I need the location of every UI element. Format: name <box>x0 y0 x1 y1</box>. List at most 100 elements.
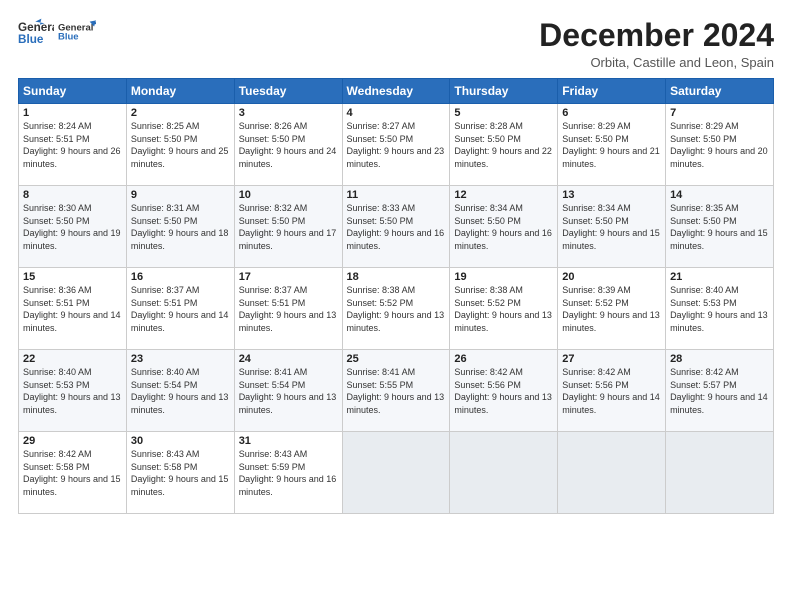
day-info: Sunrise: 8:40 AM Sunset: 5:53 PM Dayligh… <box>23 366 122 416</box>
calendar: SundayMondayTuesdayWednesdayThursdayFrid… <box>18 78 774 514</box>
calendar-week-row: 29 Sunrise: 8:42 AM Sunset: 5:58 PM Dayl… <box>19 432 774 514</box>
day-info: Sunrise: 8:40 AM Sunset: 5:53 PM Dayligh… <box>670 284 769 334</box>
day-info: Sunrise: 8:31 AM Sunset: 5:50 PM Dayligh… <box>131 202 230 252</box>
calendar-day-cell: 12 Sunrise: 8:34 AM Sunset: 5:50 PM Dayl… <box>450 186 558 268</box>
weekday-header-cell: Saturday <box>666 79 774 104</box>
day-number: 28 <box>670 353 769 365</box>
weekday-header-cell: Thursday <box>450 79 558 104</box>
day-number: 18 <box>347 271 446 283</box>
day-number: 15 <box>23 271 122 283</box>
day-info: Sunrise: 8:37 AM Sunset: 5:51 PM Dayligh… <box>131 284 230 334</box>
calendar-day-cell: 1 Sunrise: 8:24 AM Sunset: 5:51 PM Dayli… <box>19 104 127 186</box>
calendar-day-cell: 16 Sunrise: 8:37 AM Sunset: 5:51 PM Dayl… <box>126 268 234 350</box>
day-info: Sunrise: 8:27 AM Sunset: 5:50 PM Dayligh… <box>347 120 446 170</box>
logo-icon: General Blue <box>18 18 54 48</box>
calendar-day-cell: 20 Sunrise: 8:39 AM Sunset: 5:52 PM Dayl… <box>558 268 666 350</box>
calendar-day-cell: 4 Sunrise: 8:27 AM Sunset: 5:50 PM Dayli… <box>342 104 450 186</box>
header: General Blue General Blue December 2024 … <box>18 18 774 70</box>
day-number: 25 <box>347 353 446 365</box>
day-info: Sunrise: 8:42 AM Sunset: 5:58 PM Dayligh… <box>23 448 122 498</box>
day-info: Sunrise: 8:43 AM Sunset: 5:58 PM Dayligh… <box>131 448 230 498</box>
calendar-day-cell: 26 Sunrise: 8:42 AM Sunset: 5:56 PM Dayl… <box>450 350 558 432</box>
calendar-day-cell: 23 Sunrise: 8:40 AM Sunset: 5:54 PM Dayl… <box>126 350 234 432</box>
svg-text:Blue: Blue <box>58 31 79 42</box>
day-info: Sunrise: 8:38 AM Sunset: 5:52 PM Dayligh… <box>347 284 446 334</box>
weekday-header-row: SundayMondayTuesdayWednesdayThursdayFrid… <box>19 79 774 104</box>
day-number: 9 <box>131 189 230 201</box>
day-number: 29 <box>23 435 122 447</box>
day-info: Sunrise: 8:37 AM Sunset: 5:51 PM Dayligh… <box>239 284 338 334</box>
calendar-day-cell: 25 Sunrise: 8:41 AM Sunset: 5:55 PM Dayl… <box>342 350 450 432</box>
calendar-day-cell: 22 Sunrise: 8:40 AM Sunset: 5:53 PM Dayl… <box>19 350 127 432</box>
calendar-day-cell: 30 Sunrise: 8:43 AM Sunset: 5:58 PM Dayl… <box>126 432 234 514</box>
day-info: Sunrise: 8:43 AM Sunset: 5:59 PM Dayligh… <box>239 448 338 498</box>
title-area: December 2024 Orbita, Castille and Leon,… <box>539 18 774 70</box>
day-info: Sunrise: 8:39 AM Sunset: 5:52 PM Dayligh… <box>562 284 661 334</box>
day-number: 24 <box>239 353 338 365</box>
day-number: 22 <box>23 353 122 365</box>
calendar-day-cell: 31 Sunrise: 8:43 AM Sunset: 5:59 PM Dayl… <box>234 432 342 514</box>
calendar-body: 1 Sunrise: 8:24 AM Sunset: 5:51 PM Dayli… <box>19 104 774 514</box>
calendar-day-cell: 9 Sunrise: 8:31 AM Sunset: 5:50 PM Dayli… <box>126 186 234 268</box>
day-info: Sunrise: 8:34 AM Sunset: 5:50 PM Dayligh… <box>562 202 661 252</box>
day-info: Sunrise: 8:29 AM Sunset: 5:50 PM Dayligh… <box>562 120 661 170</box>
svg-text:Blue: Blue <box>18 33 44 46</box>
weekday-header-cell: Friday <box>558 79 666 104</box>
day-number: 23 <box>131 353 230 365</box>
day-number: 3 <box>239 107 338 119</box>
calendar-day-cell: 18 Sunrise: 8:38 AM Sunset: 5:52 PM Dayl… <box>342 268 450 350</box>
day-number: 30 <box>131 435 230 447</box>
calendar-week-row: 1 Sunrise: 8:24 AM Sunset: 5:51 PM Dayli… <box>19 104 774 186</box>
day-number: 2 <box>131 107 230 119</box>
day-number: 8 <box>23 189 122 201</box>
calendar-day-cell: 11 Sunrise: 8:33 AM Sunset: 5:50 PM Dayl… <box>342 186 450 268</box>
day-info: Sunrise: 8:42 AM Sunset: 5:57 PM Dayligh… <box>670 366 769 416</box>
calendar-day-cell <box>450 432 558 514</box>
calendar-day-cell: 14 Sunrise: 8:35 AM Sunset: 5:50 PM Dayl… <box>666 186 774 268</box>
location: Orbita, Castille and Leon, Spain <box>539 55 774 70</box>
day-info: Sunrise: 8:32 AM Sunset: 5:50 PM Dayligh… <box>239 202 338 252</box>
calendar-day-cell: 7 Sunrise: 8:29 AM Sunset: 5:50 PM Dayli… <box>666 104 774 186</box>
day-number: 1 <box>23 107 122 119</box>
day-info: Sunrise: 8:28 AM Sunset: 5:50 PM Dayligh… <box>454 120 553 170</box>
weekday-header-cell: Monday <box>126 79 234 104</box>
calendar-day-cell: 10 Sunrise: 8:32 AM Sunset: 5:50 PM Dayl… <box>234 186 342 268</box>
calendar-day-cell: 2 Sunrise: 8:25 AM Sunset: 5:50 PM Dayli… <box>126 104 234 186</box>
calendar-day-cell: 13 Sunrise: 8:34 AM Sunset: 5:50 PM Dayl… <box>558 186 666 268</box>
calendar-day-cell: 19 Sunrise: 8:38 AM Sunset: 5:52 PM Dayl… <box>450 268 558 350</box>
day-number: 13 <box>562 189 661 201</box>
day-number: 21 <box>670 271 769 283</box>
day-info: Sunrise: 8:30 AM Sunset: 5:50 PM Dayligh… <box>23 202 122 252</box>
day-number: 7 <box>670 107 769 119</box>
day-info: Sunrise: 8:36 AM Sunset: 5:51 PM Dayligh… <box>23 284 122 334</box>
day-number: 26 <box>454 353 553 365</box>
day-info: Sunrise: 8:41 AM Sunset: 5:55 PM Dayligh… <box>347 366 446 416</box>
calendar-day-cell: 27 Sunrise: 8:42 AM Sunset: 5:56 PM Dayl… <box>558 350 666 432</box>
month-title: December 2024 <box>539 18 774 53</box>
day-number: 5 <box>454 107 553 119</box>
day-info: Sunrise: 8:26 AM Sunset: 5:50 PM Dayligh… <box>239 120 338 170</box>
day-number: 17 <box>239 271 338 283</box>
calendar-day-cell: 6 Sunrise: 8:29 AM Sunset: 5:50 PM Dayli… <box>558 104 666 186</box>
day-number: 14 <box>670 189 769 201</box>
calendar-day-cell: 15 Sunrise: 8:36 AM Sunset: 5:51 PM Dayl… <box>19 268 127 350</box>
calendar-day-cell: 28 Sunrise: 8:42 AM Sunset: 5:57 PM Dayl… <box>666 350 774 432</box>
day-info: Sunrise: 8:33 AM Sunset: 5:50 PM Dayligh… <box>347 202 446 252</box>
day-number: 11 <box>347 189 446 201</box>
calendar-day-cell <box>558 432 666 514</box>
weekday-header-cell: Tuesday <box>234 79 342 104</box>
day-info: Sunrise: 8:38 AM Sunset: 5:52 PM Dayligh… <box>454 284 553 334</box>
page: General Blue General Blue December 2024 … <box>0 0 792 612</box>
day-info: Sunrise: 8:42 AM Sunset: 5:56 PM Dayligh… <box>562 366 661 416</box>
day-number: 10 <box>239 189 338 201</box>
day-number: 20 <box>562 271 661 283</box>
day-number: 6 <box>562 107 661 119</box>
weekday-header-cell: Wednesday <box>342 79 450 104</box>
calendar-day-cell: 29 Sunrise: 8:42 AM Sunset: 5:58 PM Dayl… <box>19 432 127 514</box>
day-info: Sunrise: 8:42 AM Sunset: 5:56 PM Dayligh… <box>454 366 553 416</box>
logo: General Blue General Blue <box>18 18 96 48</box>
day-number: 27 <box>562 353 661 365</box>
logo-bird-icon: General Blue <box>58 19 96 47</box>
calendar-day-cell <box>342 432 450 514</box>
calendar-day-cell: 24 Sunrise: 8:41 AM Sunset: 5:54 PM Dayl… <box>234 350 342 432</box>
